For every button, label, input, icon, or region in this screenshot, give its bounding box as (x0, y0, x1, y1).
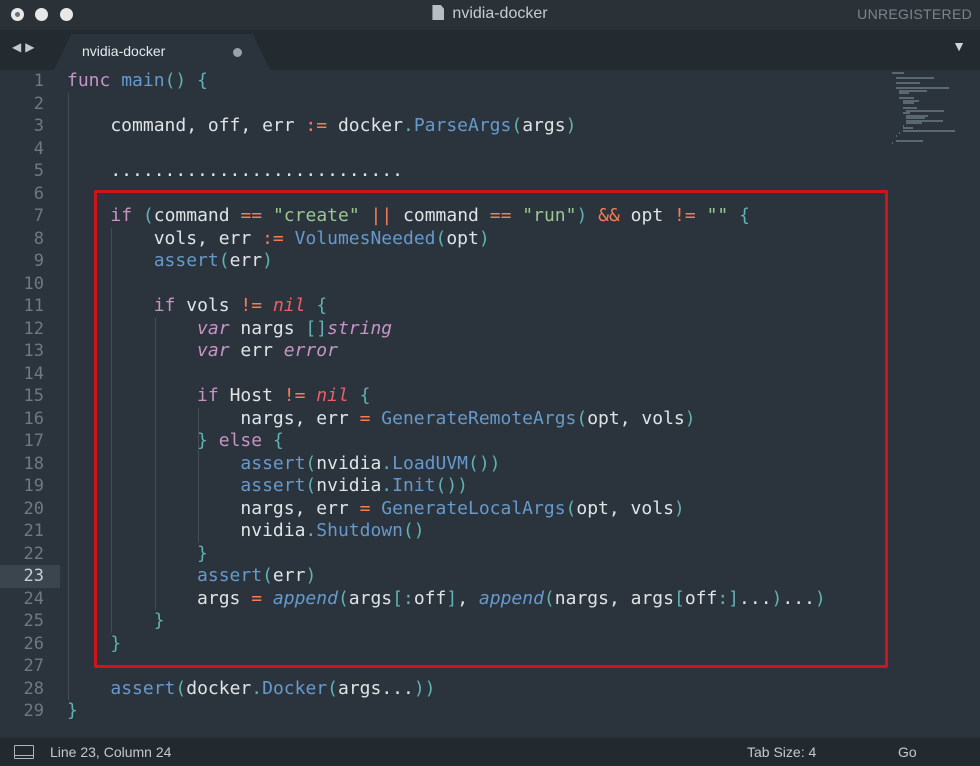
minimap-line (895, 82, 920, 84)
indent-guide (68, 92, 69, 700)
line-number: 8 (33, 228, 44, 249)
line-number: 20 (23, 498, 44, 519)
code-token: . (251, 677, 263, 699)
code-token: { (197, 70, 208, 91)
line-number: 10 (23, 273, 44, 294)
code-token: func (67, 70, 111, 91)
code-token: Docker (262, 677, 328, 699)
document-icon (432, 5, 445, 20)
code-line: assert(docker.Docker(args...)) (67, 677, 436, 701)
tab-nav-arrows: ◀▶ (12, 40, 38, 54)
code-token: docker (186, 677, 252, 699)
code-token: )) (413, 677, 436, 699)
code-token: docker (327, 115, 403, 136)
minimap-line (895, 139, 923, 142)
minimap-line (906, 122, 922, 124)
line-number: 3 (33, 116, 44, 136)
code-line: command, off, err := docker.ParseArgs(ar… (67, 115, 576, 138)
line-number: 27 (23, 656, 44, 676)
minimap-line (895, 77, 935, 79)
minimap-line (895, 134, 897, 137)
line-number: 24 (23, 588, 44, 609)
line-number: 6 (33, 183, 44, 204)
tab-label: nvidia-docker (82, 43, 166, 59)
line-number: 25 (23, 611, 44, 631)
line-number: 11 (23, 296, 44, 316)
window-title: nvidia-docker (452, 5, 548, 22)
minimap-line (906, 109, 945, 112)
back-arrow-icon[interactable]: ◀ (12, 40, 25, 54)
code-token: () (164, 70, 187, 91)
code-token: ParseArgs (413, 115, 512, 136)
line-number: 28 (23, 678, 44, 699)
line-number: 2 (33, 93, 44, 114)
code-line: } (67, 700, 78, 723)
line-number: 26 (23, 633, 44, 654)
tab-nvidia-docker[interactable]: nvidia-docker (54, 34, 270, 70)
unsaved-dot-icon[interactable] (233, 48, 242, 57)
code-token: main (121, 70, 165, 91)
line-number: 21 (23, 521, 44, 541)
minimap[interactable] (888, 70, 980, 150)
tab-size-selector[interactable]: Tab Size: 4 (747, 744, 816, 760)
line-number: 5 (33, 161, 44, 181)
line-number: 14 (23, 363, 44, 384)
line-number: 22 (23, 543, 44, 564)
code-editor[interactable]: 1 2 3 4 5 6 7 8 9 10 11 12 13 14 15 16 17 18 19 20 21 22 23 24 2… (0, 70, 980, 738)
cursor-position: Line 23, Column 24 (50, 744, 172, 760)
line-number: 1 (33, 71, 44, 91)
line-number: 9 (33, 251, 44, 271)
tab-bar: ◀▶ nvidia-docker ▼ (0, 30, 980, 70)
code-token: ( (175, 677, 187, 699)
line-number: 29 (23, 701, 44, 721)
code-token: . (402, 115, 414, 136)
minimap-line (902, 102, 915, 104)
license-status: UNREGISTERED (857, 6, 972, 22)
highlight-annotation-box (94, 190, 888, 668)
code-token: command, off, err (67, 115, 306, 136)
code-token: := (305, 115, 328, 136)
tab-menu-chevron-icon[interactable]: ▼ (952, 38, 966, 54)
code-token: ( (327, 677, 338, 699)
status-bar: Line 23, Column 24 Tab Size: 4 Go (0, 738, 980, 766)
window-title-wrap: nvidia-docker (0, 5, 980, 23)
title-bar: nvidia-docker UNREGISTERED (0, 0, 980, 30)
code-token: assert (110, 677, 176, 699)
line-number: 15 (23, 386, 44, 406)
minimap-line (899, 92, 910, 94)
line-number: 7 (33, 206, 44, 226)
line-number: 4 (33, 138, 44, 159)
code-token: ( (511, 115, 523, 136)
minimap-line (899, 132, 901, 134)
code-token: ........................... (67, 160, 403, 181)
minimap-line (892, 72, 904, 74)
line-number: 17 (23, 431, 44, 451)
code-token: args... (337, 677, 414, 699)
line-number-gutter[interactable]: 1 2 3 4 5 6 7 8 9 10 11 12 13 14 15 16 17 18 19 20 21 22 23 24 2… (0, 70, 60, 738)
code-line: func main() { (67, 70, 208, 93)
minimap-line (892, 142, 893, 144)
code-token: } (67, 700, 78, 721)
line-number: 13 (23, 341, 44, 361)
minimap-line (902, 129, 955, 132)
line-number: 18 (23, 453, 44, 474)
syntax-selector[interactable]: Go (898, 744, 917, 760)
code-line: ........................... (67, 160, 403, 183)
line-number: 12 (23, 318, 44, 339)
line-number: 23 (23, 566, 44, 586)
panel-toggle-icon[interactable] (14, 745, 34, 759)
line-number: 19 (23, 476, 44, 496)
code-token: args (522, 115, 566, 136)
line-number: 16 (23, 408, 44, 429)
forward-arrow-icon[interactable]: ▶ (25, 40, 38, 54)
code-token: ) (565, 115, 577, 136)
